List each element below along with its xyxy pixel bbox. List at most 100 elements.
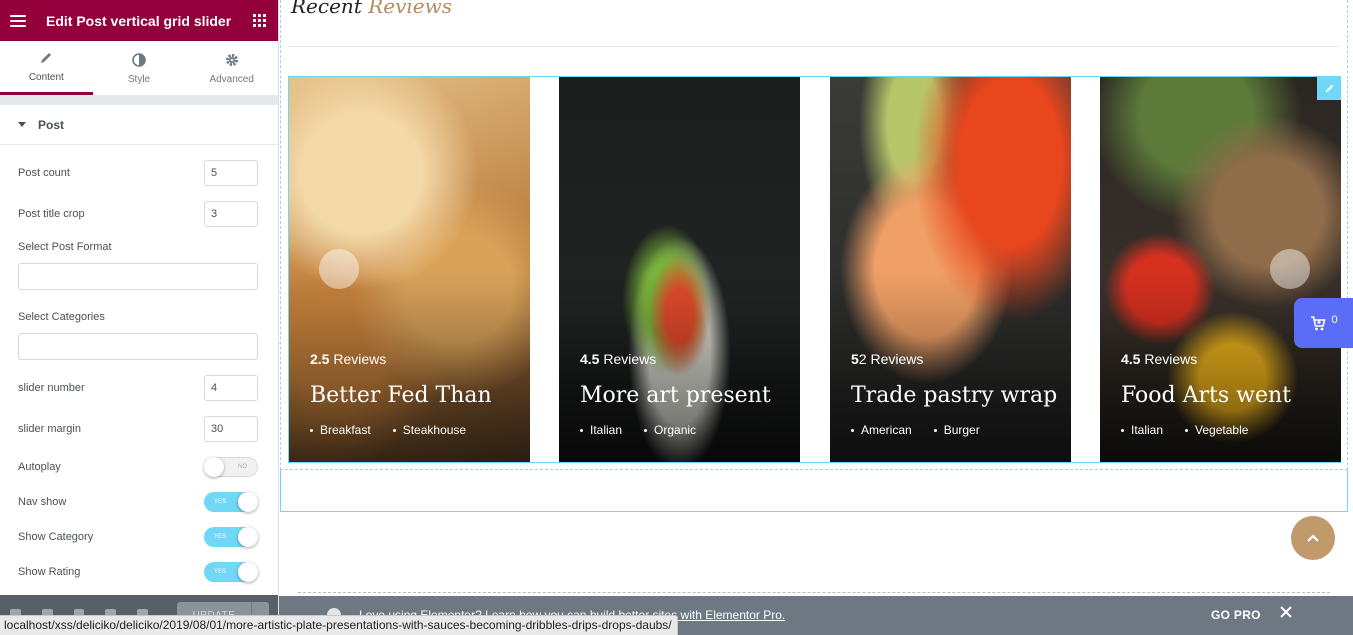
control-select-categories: Select Categories	[18, 311, 258, 360]
rating-value: 4.5	[580, 351, 600, 367]
post-card[interactable]: 4.5 Reviews More art present Italian Org…	[559, 77, 800, 462]
half-circle-icon	[131, 52, 147, 68]
post-grid-slider-widget[interactable]: 2.5 Reviews Better Fed Than Breakfast St…	[288, 76, 1341, 463]
control-nav-show: Nav show YES	[18, 492, 258, 512]
panel-header: Edit Post vertical grid slider	[0, 0, 278, 41]
post-title-crop-input[interactable]: 3	[204, 201, 258, 227]
control-post-title-crop: Post title crop 3	[18, 201, 258, 227]
post-title[interactable]: Better Fed Than	[310, 383, 492, 408]
control-show-category: Show Category YES	[18, 527, 258, 547]
rating-label: Reviews	[1140, 351, 1198, 367]
slider-nav-next-button[interactable]	[1270, 249, 1310, 289]
post-format-select[interactable]	[18, 263, 258, 290]
section-drop-area[interactable]	[280, 470, 1348, 512]
category-link[interactable]: American	[851, 423, 912, 437]
page-heading: Recent Reviews	[291, 0, 452, 18]
heading-divider	[289, 46, 1339, 47]
tab-content[interactable]: Content	[0, 41, 93, 95]
preview-canvas: Recent Reviews 2.5 Reviews Better Fed Th…	[280, 0, 1353, 635]
post-rating: 2.5 Reviews	[310, 351, 386, 367]
tab-style[interactable]: Style	[93, 41, 186, 95]
control-label: Show Rating	[18, 566, 81, 578]
tab-style-label: Style	[127, 73, 151, 85]
section-title: Post	[38, 117, 65, 132]
post-categories: American Burger	[851, 423, 1002, 437]
post-categories: Breakfast Steakhouse	[310, 423, 488, 437]
control-label: Autoplay	[18, 461, 61, 473]
control-show-rating: Show Rating YES	[18, 562, 258, 582]
panel-title: Edit Post vertical grid slider	[46, 12, 232, 29]
control-label: Post title crop	[18, 208, 85, 220]
category-link[interactable]: Organic	[644, 423, 696, 437]
tab-advanced-label: Advanced	[209, 73, 254, 85]
show-rating-toggle[interactable]: YES	[204, 562, 258, 582]
tab-advanced[interactable]: Advanced	[185, 41, 278, 95]
hamburger-menu-icon[interactable]	[10, 14, 26, 27]
category-link[interactable]: Italian	[1121, 423, 1163, 437]
nav-show-toggle[interactable]: YES	[204, 492, 258, 512]
category-link[interactable]: Breakfast	[310, 423, 371, 437]
control-autoplay: Autoplay NO	[18, 457, 258, 477]
gear-icon	[224, 52, 240, 68]
post-count-input[interactable]: 5	[204, 160, 258, 186]
autoplay-toggle[interactable]: NO	[204, 457, 258, 477]
widgets-grid-icon[interactable]	[253, 14, 266, 27]
control-label: slider number	[18, 382, 85, 394]
control-label: Select Categories	[18, 311, 105, 323]
section-toggle-post[interactable]: Post	[0, 105, 278, 145]
post-card[interactable]: 52 Reviews Trade pastry wrap American Bu…	[830, 77, 1071, 462]
tab-content-label: Content	[28, 72, 64, 83]
section-outline: Recent Reviews 2.5 Reviews Better Fed Th…	[280, 0, 1348, 470]
post-title[interactable]: More art present	[580, 383, 771, 408]
toggle-state: YES	[214, 534, 227, 540]
post-card[interactable]: 2.5 Reviews Better Fed Than Breakfast St…	[289, 77, 530, 462]
controls-list: Post count 5 Post title crop 3 Select Po…	[0, 160, 278, 582]
post-title[interactable]: Trade pastry wrap	[851, 383, 1057, 408]
category-link[interactable]: Steakhouse	[393, 423, 466, 437]
status-bar-url: localhost/xss/deliciko/deliciko/2019/08/…	[0, 615, 678, 635]
control-post-count: Post count 5	[18, 160, 258, 186]
post-title[interactable]: Food Arts went	[1121, 383, 1291, 408]
rating-label: 2 Reviews	[858, 351, 924, 367]
close-icon[interactable]	[1279, 605, 1295, 621]
control-slider-number: slider number 4	[18, 375, 258, 401]
editor-panel: Edit Post vertical grid slider Content S…	[0, 0, 279, 635]
post-categories: Italian Vegetable	[1121, 423, 1270, 437]
toggle-knob	[238, 492, 258, 512]
control-select-post-format: Select Post Format	[18, 241, 258, 290]
go-pro-button[interactable]: GO PRO	[1211, 608, 1261, 622]
category-link[interactable]: Burger	[934, 423, 980, 437]
pencil-icon	[38, 50, 54, 66]
post-rating: 4.5 Reviews	[580, 351, 656, 367]
control-label: Show Category	[18, 531, 94, 543]
category-link[interactable]: Vegetable	[1185, 423, 1248, 437]
control-label: Nav show	[18, 496, 67, 508]
slider-number-input[interactable]: 4	[204, 375, 258, 401]
control-label: slider margin	[18, 423, 81, 435]
show-category-toggle[interactable]: YES	[204, 527, 258, 547]
scroll-to-top-button[interactable]	[1291, 516, 1335, 560]
caret-down-icon	[18, 122, 26, 127]
category-link[interactable]: Italian	[580, 423, 622, 437]
post-rating: 4.5 Reviews	[1121, 351, 1197, 367]
add-section-area[interactable]	[298, 592, 1330, 593]
pencil-icon	[1325, 84, 1333, 92]
post-card[interactable]: 4.5 Reviews Food Arts went Italian Veget…	[1100, 77, 1341, 462]
rating-value: 2.5	[310, 351, 330, 367]
toggle-knob	[238, 527, 258, 547]
toggle-state: YES	[214, 569, 227, 575]
slider-nav-prev-button[interactable]	[319, 249, 359, 289]
cart-icon	[1311, 315, 1326, 330]
rating-value: 5	[851, 351, 859, 367]
panel-spacer	[0, 96, 278, 105]
panel-tabs: Content Style Advanced	[0, 41, 278, 96]
rating-label: Reviews	[599, 351, 657, 367]
cart-button[interactable]: 0	[1294, 298, 1353, 348]
rating-value: 4.5	[1121, 351, 1141, 367]
post-rating: 52 Reviews	[851, 351, 923, 367]
slider-margin-input[interactable]: 30	[204, 416, 258, 442]
chevron-up-icon	[1307, 534, 1319, 542]
heading-part2: Reviews	[368, 0, 453, 18]
categories-select[interactable]	[18, 333, 258, 360]
edit-widget-button[interactable]	[1317, 76, 1341, 100]
